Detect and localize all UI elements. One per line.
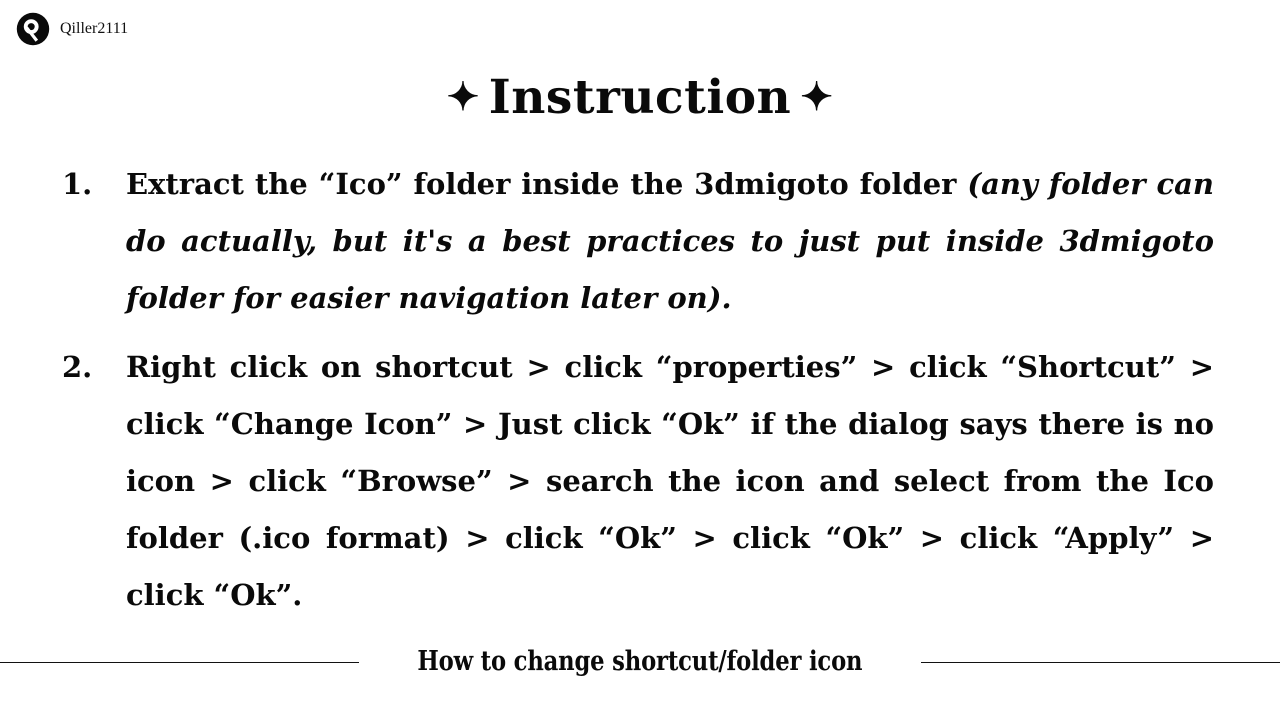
qiller-circle-q-logo-icon	[16, 12, 50, 46]
footer-rule-right	[920, 661, 1280, 663]
footer-rule-left	[0, 661, 360, 663]
instruction-list: 1. Extract the “Ico” folder inside the 3…	[62, 156, 1214, 636]
list-item: 2. Right click on shortcut > click “prop…	[62, 339, 1214, 624]
list-item: 1. Extract the “Ico” folder inside the 3…	[62, 156, 1214, 327]
footer-caption: How to change shortcut/folder icon	[417, 646, 863, 677]
list-item-text-plain: Right click on shortcut > click “propert…	[126, 350, 1214, 612]
list-item-number: 2.	[62, 350, 93, 384]
four-pointed-star-icon-left: ✦	[446, 74, 480, 120]
footer: How to change shortcut/folder icon	[0, 641, 1280, 683]
list-item-body: Right click on shortcut > click “propert…	[126, 339, 1214, 624]
brand-watermark: Qiller2111	[16, 12, 128, 46]
page-title-text: Instruction	[488, 70, 792, 125]
list-item-number: 1.	[62, 167, 93, 201]
list-item-body: Extract the “Ico” folder inside the 3dmi…	[126, 156, 1214, 327]
page-title: ✦ Instruction ✦	[0, 74, 1280, 121]
four-pointed-star-icon-right: ✦	[800, 74, 834, 120]
list-item-text-plain: Extract the “Ico” folder inside the 3dmi…	[126, 167, 968, 201]
brand-name: Qiller2111	[60, 20, 129, 37]
